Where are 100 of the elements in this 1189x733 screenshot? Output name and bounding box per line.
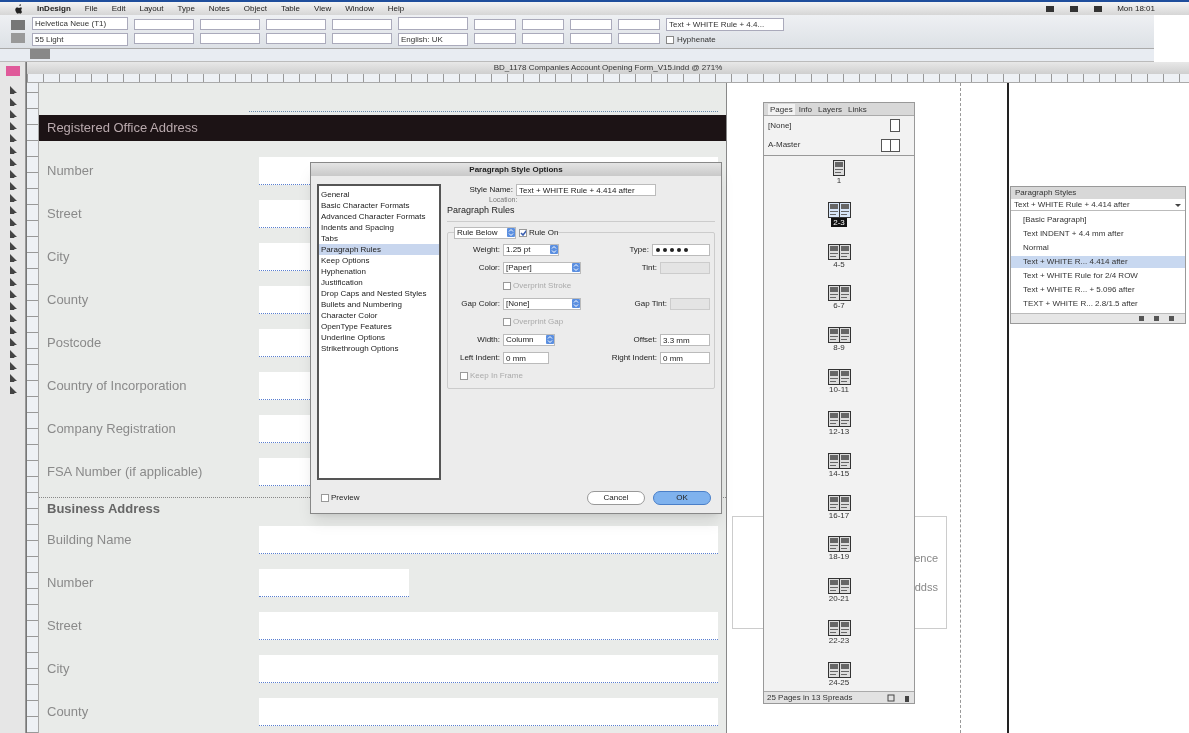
tool-icon[interactable] bbox=[7, 241, 18, 250]
menu-item[interactable]: Help bbox=[387, 2, 405, 15]
style-item[interactable]: Text + WHITE R... + 5.096 after bbox=[1011, 284, 1185, 296]
panel-tab[interactable]: Info bbox=[796, 104, 815, 115]
tool-icon[interactable] bbox=[7, 253, 18, 262]
tool-icon[interactable] bbox=[7, 337, 18, 346]
value-field[interactable] bbox=[522, 19, 564, 30]
tool-icon[interactable] bbox=[7, 265, 18, 274]
category-item[interactable]: Indents and Spacing bbox=[319, 222, 439, 233]
input-field[interactable] bbox=[259, 697, 718, 726]
spread-label[interactable]: 12-13 bbox=[826, 426, 852, 436]
menu-item[interactable]: Type bbox=[177, 2, 195, 15]
tools-toggle[interactable] bbox=[5, 66, 20, 76]
spread-label[interactable]: 24-25 bbox=[826, 677, 852, 687]
character-style-field[interactable] bbox=[398, 17, 468, 30]
value-field[interactable] bbox=[474, 19, 516, 30]
menu-item[interactable]: Edit bbox=[111, 2, 126, 15]
tool-icon[interactable] bbox=[7, 181, 18, 190]
menu-item[interactable]: File bbox=[84, 2, 98, 15]
value-field[interactable] bbox=[332, 33, 392, 44]
tool-icon[interactable] bbox=[7, 193, 18, 202]
category-item[interactable]: Paragraph Rules bbox=[319, 244, 439, 255]
category-item[interactable]: Hyphenation bbox=[319, 266, 439, 277]
category-item[interactable]: Basic Character Formats bbox=[319, 200, 439, 211]
style-item[interactable]: Text + WHITE R... 4.414 after bbox=[1011, 256, 1185, 268]
value-field[interactable] bbox=[266, 33, 326, 44]
spread-thumbnail[interactable] bbox=[827, 369, 851, 386]
value-field[interactable] bbox=[474, 33, 516, 44]
category-item[interactable]: Bullets and Numbering bbox=[319, 299, 439, 310]
master-page-thumbnail[interactable] bbox=[881, 138, 900, 152]
spread-label[interactable]: 4-5 bbox=[831, 259, 847, 269]
language-field[interactable]: English: UK bbox=[398, 33, 468, 46]
master-name[interactable]: A-Master bbox=[768, 139, 801, 152]
tool-icon[interactable] bbox=[7, 361, 18, 370]
spread-label[interactable]: 18-19 bbox=[826, 552, 852, 562]
style-item[interactable]: [Basic Paragraph] bbox=[1011, 214, 1185, 226]
style-name-field[interactable]: Text + WHITE Rule + 4.414 after bbox=[516, 184, 656, 196]
tool-icon[interactable] bbox=[7, 205, 18, 214]
checkbox[interactable] bbox=[321, 494, 329, 502]
category-item[interactable]: Underline Options bbox=[319, 332, 439, 343]
mode-icon[interactable] bbox=[10, 18, 26, 45]
offset-field[interactable]: 3.3 mm bbox=[660, 333, 710, 346]
master-page-thumbnail[interactable] bbox=[890, 119, 900, 133]
input-field[interactable] bbox=[259, 525, 718, 554]
style-item[interactable]: Normal bbox=[1011, 242, 1185, 254]
dialog-button[interactable]: OK bbox=[653, 491, 711, 505]
width-dropdown[interactable]: Column bbox=[503, 333, 555, 346]
tool-icon[interactable] bbox=[7, 325, 18, 334]
right-indent-field[interactable]: 0 mm bbox=[660, 351, 710, 364]
value-field[interactable] bbox=[618, 33, 660, 44]
spread-thumbnail[interactable] bbox=[833, 160, 845, 176]
style-item[interactable]: TEXT + WHITE R... 2.8/1.5 after bbox=[1011, 298, 1185, 310]
tool-icon[interactable] bbox=[7, 157, 18, 166]
style-item[interactable]: Text + WHITE Rule for 2/4 ROW bbox=[1011, 270, 1185, 282]
spread-label[interactable]: 16-17 bbox=[826, 510, 852, 520]
tint-field[interactable] bbox=[660, 261, 710, 274]
font-style-field[interactable]: 55 Light bbox=[32, 33, 128, 46]
tint-field[interactable] bbox=[670, 297, 710, 310]
value-field[interactable] bbox=[332, 19, 392, 30]
tool-icon[interactable] bbox=[7, 349, 18, 358]
value-field[interactable] bbox=[618, 19, 660, 30]
tool-icon[interactable] bbox=[7, 169, 18, 178]
dialog-button[interactable]: Cancel bbox=[587, 491, 645, 505]
input-field[interactable] bbox=[259, 611, 718, 640]
menu-item[interactable]: View bbox=[314, 2, 332, 15]
menu-item[interactable]: Table bbox=[280, 2, 300, 15]
app-menu[interactable]: InDesign bbox=[37, 2, 71, 15]
gap-color-dropdown[interactable]: [None] bbox=[503, 297, 581, 310]
paragraph-style-field[interactable]: Text + WHITE Rule + 4.4... bbox=[666, 17, 784, 31]
spread-label[interactable]: 6-7 bbox=[831, 301, 847, 311]
spread-thumbnail[interactable] bbox=[827, 201, 851, 218]
tool-icon[interactable] bbox=[7, 145, 18, 154]
value-field[interactable] bbox=[200, 33, 260, 44]
spread-label[interactable]: 10-11 bbox=[827, 385, 851, 395]
value-field[interactable] bbox=[134, 33, 194, 44]
category-item[interactable]: Justification bbox=[319, 277, 439, 288]
spread-label[interactable]: 22-23 bbox=[826, 636, 852, 646]
spread-label[interactable]: 20-21 bbox=[826, 594, 852, 604]
value-field[interactable] bbox=[200, 19, 260, 30]
spread-thumbnail[interactable] bbox=[827, 327, 851, 344]
category-item[interactable]: Advanced Character Formats bbox=[319, 211, 439, 222]
left-indent-field[interactable]: 0 mm bbox=[503, 351, 549, 364]
checkbox[interactable] bbox=[666, 35, 674, 44]
spread-label[interactable]: 1 bbox=[834, 176, 844, 185]
category-item[interactable]: Character Color bbox=[319, 310, 439, 321]
tool-icon[interactable] bbox=[7, 373, 18, 382]
value-field[interactable] bbox=[522, 33, 564, 44]
spread-label[interactable]: 2-3 bbox=[831, 217, 847, 227]
menu-item[interactable]: Object bbox=[243, 2, 267, 15]
spread-thumbnail[interactable] bbox=[827, 285, 851, 302]
category-item[interactable]: OpenType Features bbox=[319, 321, 439, 332]
spread-thumbnail[interactable] bbox=[827, 494, 851, 511]
tool-icon[interactable] bbox=[7, 313, 18, 322]
tool-icon[interactable] bbox=[7, 229, 18, 238]
panel-tab[interactable]: Layers bbox=[816, 104, 845, 115]
value-field[interactable] bbox=[266, 19, 326, 30]
category-item[interactable]: Tabs bbox=[319, 233, 439, 244]
checkbox[interactable] bbox=[519, 228, 527, 237]
category-item[interactable]: Strikethrough Options bbox=[319, 343, 439, 354]
spread-thumbnail[interactable] bbox=[827, 243, 851, 260]
